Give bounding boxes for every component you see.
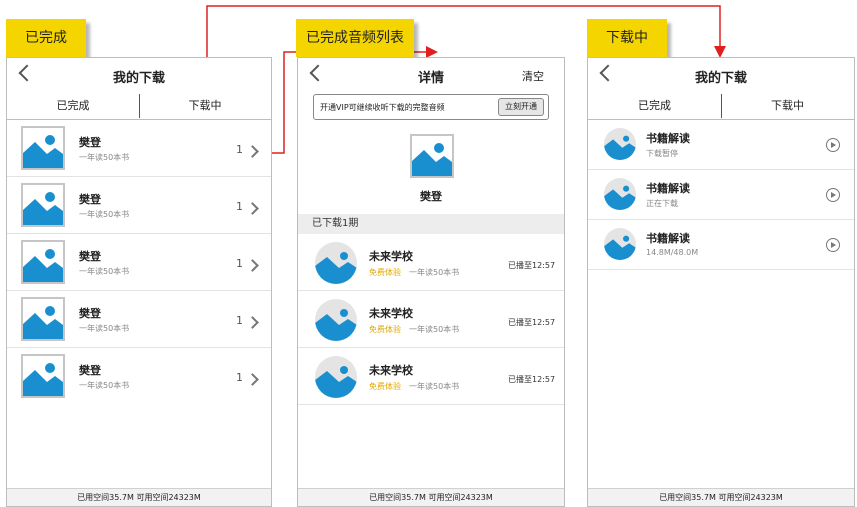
item-desc: 一年读50本书 [79,153,130,162]
item-desc: 一年读50本书 [409,325,460,334]
item-count: 1 [236,314,243,327]
chevron-right-icon[interactable] [246,259,259,272]
played-time: 已播至12:57 [508,318,556,327]
image-placeholder-icon [315,299,357,341]
item-title: 书籍解读 [646,182,690,195]
list-item[interactable]: 书籍解读 正在下载 [588,170,854,220]
item-title: 樊登 [79,307,101,320]
vip-open-button[interactable]: 立刻开通 [498,98,544,116]
item-title: 樊登 [79,193,101,206]
play-icon[interactable] [826,238,840,252]
author-name: 樊登 [420,190,442,203]
item-title: 未来学校 [369,250,413,263]
item-desc: 一年读50本书 [79,381,130,390]
screen-detail: 详情 清空 开通VIP可继续收听下载的完整音频 立刻开通 樊登 已下载1期 未来… [297,57,565,507]
tab-bar: 已完成 下载中 [7,94,271,120]
list-item[interactable]: 未来学校 免费体验 一年读50本书 已播至12:57 [298,234,564,291]
item-desc: 一年读50本书 [79,210,130,219]
list-item[interactable]: 樊登 一年读50本书 1 [7,291,271,348]
list-item[interactable]: 樊登 一年读50本书 1 [7,234,271,291]
item-title: 樊登 [79,250,101,263]
item-title: 未来学校 [369,307,413,320]
play-icon[interactable] [826,188,840,202]
item-desc: 一年读50本书 [79,267,130,276]
tab-completed[interactable]: 已完成 [7,97,139,113]
item-title: 樊登 [79,364,101,377]
item-title: 樊登 [79,136,101,149]
image-placeholder-icon [410,134,454,178]
tab-downloading[interactable]: 下载中 [139,97,271,113]
vip-banner: 开通VIP可继续收听下载的完整音频 立刻开通 [313,94,549,120]
item-desc: 一年读50本书 [79,324,130,333]
download-progress: 14.8M/48.0M [646,248,699,257]
item-count: 1 [236,200,243,213]
storage-footer: 已用空间35.7M 可用空间24323M [7,488,271,506]
image-placeholder-icon [315,242,357,284]
section-header: 已下载1期 [298,214,564,234]
page-title: 我的下载 [112,71,165,86]
image-placeholder-icon [315,356,357,398]
item-count: 1 [236,143,243,156]
chevron-right-icon[interactable] [246,202,259,215]
label-downloading: 下载中 [587,19,667,57]
item-count: 1 [236,371,243,384]
vip-text: 开通VIP可继续收听下载的完整音频 [320,103,445,112]
image-placeholder-icon [21,183,65,227]
item-desc: 一年读50本书 [409,382,460,391]
screen-my-downloads-completed: 我的下载 已完成 下载中 樊登 一年读50本书 1 樊登 一年读50本书 1 樊… [6,57,272,507]
list-item[interactable]: 未来学校 免费体验 一年读50本书 已播至12:57 [298,348,564,405]
played-time: 已播至12:57 [508,261,556,270]
header: 详情 清空 [298,58,564,94]
list-item[interactable]: 书籍解读 14.8M/48.0M [588,220,854,270]
screen-my-downloads-downloading: 我的下载 已完成 下载中 书籍解读 下载暂停 书籍解读 正在下载 书籍解读 14… [587,57,855,507]
item-count: 1 [236,257,243,270]
header: 我的下载 [7,58,271,94]
image-placeholder-icon [21,297,65,341]
download-status: 正在下载 [646,199,678,208]
image-placeholder-icon [21,240,65,284]
download-status: 下载暂停 [646,149,678,158]
image-placeholder-icon [21,126,65,170]
page-title: 我的下载 [694,71,747,86]
chevron-right-icon[interactable] [246,316,259,329]
played-time: 已播至12:57 [508,375,556,384]
image-placeholder-icon [604,128,636,160]
storage-footer: 已用空间35.7M 可用空间24323M [298,488,564,506]
item-title: 书籍解读 [646,232,690,245]
header: 我的下载 [588,58,854,94]
label-completed: 已完成 [6,19,86,57]
item-title: 未来学校 [369,364,413,377]
chevron-right-icon[interactable] [246,145,259,158]
free-badge: 免费体验 [369,382,401,391]
free-badge: 免费体验 [369,268,401,277]
image-placeholder-icon [21,354,65,398]
list-item[interactable]: 书籍解读 下载暂停 [588,120,854,170]
tab-completed[interactable]: 已完成 [588,97,721,113]
tab-bar: 已完成 下载中 [588,94,854,120]
image-placeholder-icon [604,228,636,260]
list-item[interactable]: 樊登 一年读50本书 1 [7,177,271,234]
image-placeholder-icon [604,178,636,210]
list-item[interactable]: 未来学校 免费体验 一年读50本书 已播至12:57 [298,291,564,348]
list-item[interactable]: 樊登 一年读50本书 1 [7,120,271,177]
storage-footer: 已用空间35.7M 可用空间24323M [588,488,854,506]
list-item[interactable]: 樊登 一年读50本书 1 [7,348,271,405]
free-badge: 免费体验 [369,325,401,334]
clear-button[interactable]: 清空 [522,68,544,84]
label-completed-audio-list: 已完成音频列表 [296,19,414,57]
item-desc: 一年读50本书 [409,268,460,277]
chevron-right-icon[interactable] [246,373,259,386]
item-title: 书籍解读 [646,132,690,145]
play-icon[interactable] [826,138,840,152]
tab-downloading[interactable]: 下载中 [721,97,854,113]
